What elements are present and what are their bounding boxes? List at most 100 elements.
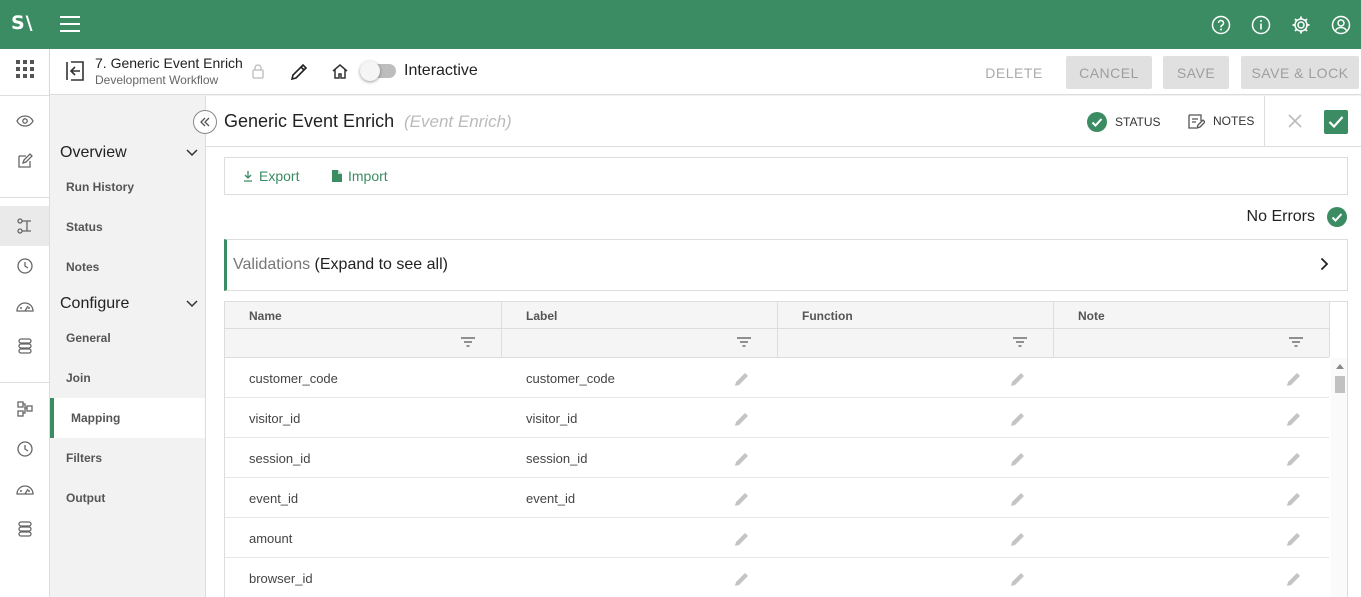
chevron-right-icon[interactable] (1320, 257, 1329, 274)
table-row[interactable]: visitor_id visitor_id (225, 398, 1329, 438)
database-icon[interactable] (0, 326, 49, 366)
scroll-up-icon[interactable] (1336, 364, 1344, 369)
import-button[interactable]: Import (332, 168, 388, 184)
table-row[interactable]: amount (225, 518, 1329, 558)
grid-filter-row (225, 329, 1330, 358)
info-icon[interactable] (1241, 12, 1281, 38)
edit-doc-icon[interactable] (0, 141, 49, 181)
configure-section[interactable]: Configure (60, 293, 198, 315)
double-chevron-left-icon (200, 117, 210, 127)
edit-function-icon[interactable] (1009, 450, 1027, 471)
edit-note-icon[interactable] (1285, 450, 1303, 471)
cell-name: visitor_id (249, 410, 301, 426)
column-header-label[interactable]: Label (502, 302, 778, 329)
workflow-title: 7. Generic Event Enrich (95, 55, 243, 71)
edit-function-icon[interactable] (1009, 570, 1027, 591)
status-label: STATUS (1115, 115, 1161, 129)
column-header-function[interactable]: Function (778, 302, 1054, 329)
validations-title: Validations (233, 256, 311, 273)
table-row[interactable]: browser_id (225, 558, 1329, 597)
column-header-note[interactable]: Note (1054, 302, 1330, 329)
edit-label-icon[interactable] (733, 370, 751, 391)
status-button[interactable]: STATUS (1087, 112, 1161, 132)
edit-label-icon[interactable] (733, 490, 751, 511)
mapping-toolbar: Export Import (224, 157, 1348, 195)
scroll-thumb[interactable] (1335, 376, 1345, 393)
filter-icon[interactable] (1013, 337, 1027, 347)
menu-icon[interactable] (60, 16, 80, 32)
cell-label: session_id (526, 450, 588, 466)
edit-note-icon[interactable] (1285, 370, 1303, 391)
view-icon[interactable] (0, 101, 49, 141)
export-button[interactable]: Export (243, 168, 299, 184)
component-type: (Event Enrich) (404, 112, 512, 131)
notes-button[interactable]: NOTES (1187, 112, 1254, 130)
nav-item-notes[interactable]: Notes (50, 247, 205, 287)
close-icon[interactable] (1286, 112, 1304, 133)
filter-icon[interactable] (737, 337, 751, 347)
pencil-icon[interactable] (289, 62, 309, 85)
overview-section[interactable]: Overview (60, 142, 198, 164)
nav-item-join[interactable]: Join (50, 358, 205, 398)
configure-label: Configure (60, 295, 130, 312)
pipeline-icon[interactable] (0, 389, 49, 429)
grid-scrollbar[interactable] (1331, 358, 1347, 597)
edit-label-icon[interactable] (733, 570, 751, 591)
nav-item-general[interactable]: General (50, 318, 205, 358)
mapping-grid: Name Label Function Note customer_code cu… (224, 301, 1348, 597)
interactive-toggle[interactable] (360, 61, 396, 81)
check-icon (1328, 116, 1344, 129)
edit-note-icon[interactable] (1285, 530, 1303, 551)
nav-item-status[interactable]: Status (50, 207, 205, 247)
save-lock-button[interactable]: SAVE & LOCK (1241, 56, 1359, 89)
edit-note-icon[interactable] (1285, 410, 1303, 431)
collapse-nav-button[interactable] (193, 110, 217, 134)
edit-function-icon[interactable] (1009, 410, 1027, 431)
nav-item-run-history[interactable]: Run History (50, 167, 205, 207)
edit-function-icon[interactable] (1009, 530, 1027, 551)
table-row[interactable]: event_id event_id (225, 478, 1329, 518)
save-button[interactable]: SAVE (1163, 56, 1229, 89)
file-icon (332, 170, 342, 182)
table-row[interactable]: customer_code customer_code (225, 358, 1329, 398)
workflow-icon[interactable] (0, 206, 49, 246)
edit-function-icon[interactable] (1009, 370, 1027, 391)
delete-button[interactable]: DELETE (972, 56, 1056, 89)
dashboard-icon[interactable] (0, 469, 49, 509)
edit-label-icon[interactable] (733, 530, 751, 551)
top-actions (1201, 12, 1361, 38)
history-icon[interactable] (0, 246, 49, 286)
column-header-name[interactable]: Name (225, 302, 502, 329)
help-icon[interactable] (1201, 12, 1241, 38)
account-icon[interactable] (1321, 12, 1361, 38)
confirm-check-button[interactable] (1324, 110, 1348, 134)
dashboard-icon[interactable] (0, 286, 49, 326)
cancel-button[interactable]: CANCEL (1066, 56, 1152, 89)
edit-function-icon[interactable] (1009, 490, 1027, 511)
cell-name: browser_id (249, 570, 313, 586)
edit-note-icon[interactable] (1285, 490, 1303, 511)
filter-icon[interactable] (1289, 337, 1303, 347)
nav-item-output[interactable]: Output (50, 478, 205, 518)
edit-label-icon[interactable] (733, 410, 751, 431)
settings-icon[interactable] (1281, 12, 1321, 38)
nav-item-mapping[interactable]: Mapping (50, 398, 205, 438)
back-arrow-icon[interactable] (64, 60, 86, 82)
table-row[interactable]: session_id session_id (225, 438, 1329, 478)
apps-grid-icon[interactable] (0, 49, 49, 89)
validations-panel[interactable]: Validations (Expand to see all) (224, 239, 1348, 291)
database-icon[interactable] (0, 509, 49, 549)
component-header: Generic Event Enrich (Event Enrich) STAT… (206, 96, 1361, 147)
app-logo[interactable]: S\ (11, 12, 34, 34)
history-icon[interactable] (0, 429, 49, 469)
home-icon[interactable] (331, 63, 349, 82)
chevron-down-icon (186, 149, 198, 157)
workflow-header: 7. Generic Event Enrich Development Work… (50, 49, 1361, 95)
grid-header: Name Label Function Note (225, 302, 1330, 329)
edit-note-icon[interactable] (1285, 570, 1303, 591)
filter-icon[interactable] (461, 337, 475, 347)
lock-icon[interactable] (251, 63, 265, 82)
nav-item-filters[interactable]: Filters (50, 438, 205, 478)
cell-name: event_id (249, 490, 299, 506)
edit-label-icon[interactable] (733, 450, 751, 471)
